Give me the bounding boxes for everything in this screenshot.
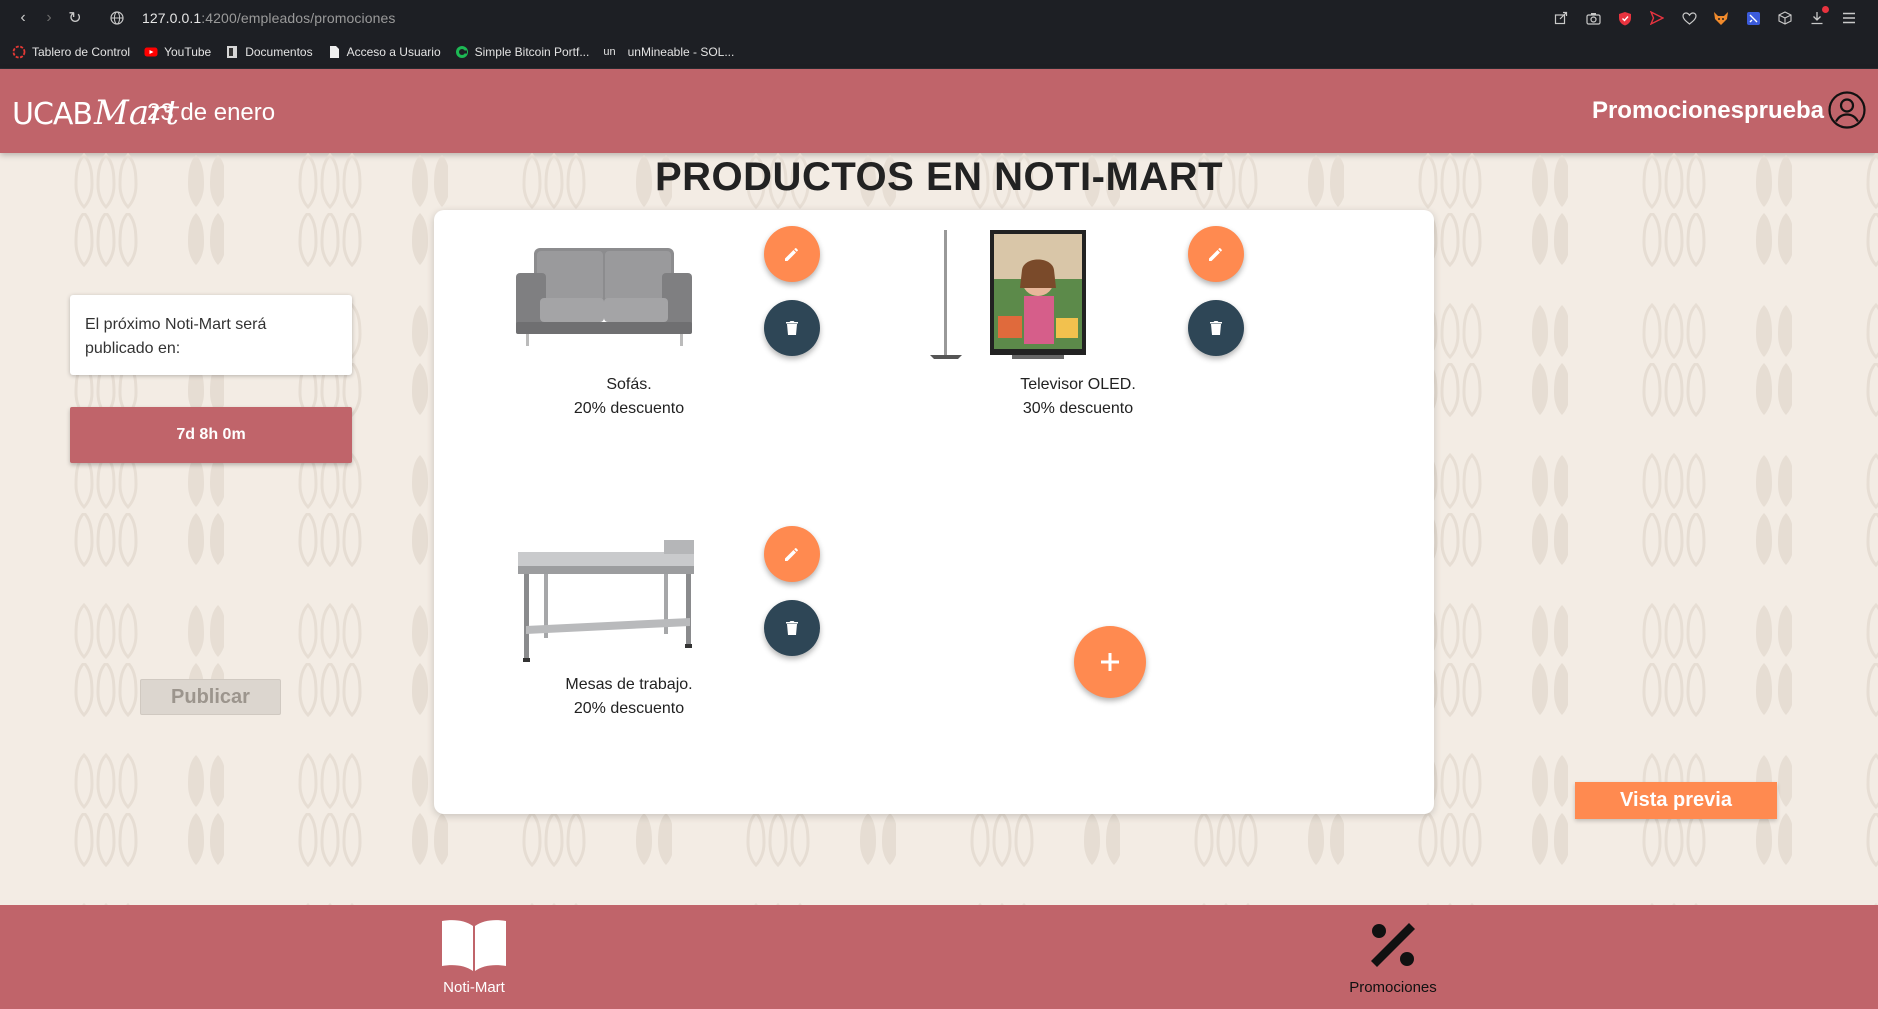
product-discount: 20% descuento [573,700,685,717]
url-path: :4200/empleados/promociones [201,10,396,26]
delete-button[interactable] [764,600,820,656]
forward-icon[interactable]: › [36,5,62,31]
edit-button[interactable] [764,226,820,282]
bookmark-bitcoin[interactable]: Simple Bitcoin Portf... [455,45,590,59]
app-header: UCAB Mart 23 de enero Promocionesprueba [0,69,1878,153]
nav-label: Noti-Mart [443,979,505,996]
product-card: Televisor OLED. 30% descuento [928,210,1328,450]
edit-button[interactable] [764,526,820,582]
user-name[interactable]: Promocionesprueba [1592,97,1824,125]
bitcoin-portfolio-icon [455,46,468,58]
bookmark-label: Simple Bitcoin Portf... [474,45,590,59]
bookmark-tablero[interactable]: Tablero de Control [12,45,130,59]
add-product-button[interactable] [1074,626,1146,698]
plus-icon [1101,653,1119,671]
pencil-icon [785,548,798,561]
download-icon[interactable] [1808,6,1829,27]
countdown-timer: 7d 8h 0m [70,407,352,463]
bookmark-youtube[interactable]: YouTube [144,45,211,59]
back-icon[interactable]: ‹ [10,5,36,31]
table-image [518,540,694,662]
page-title: PRODUCTOS EN NOTI-MART [654,155,1224,199]
document-icon [227,46,238,58]
bookmark-label: YouTube [164,45,212,59]
shield-icon[interactable] [1616,9,1634,27]
address-bar[interactable]: 127.0.0.1:4200/empleados/promociones [104,5,395,31]
product-discount: 30% descuento [1022,400,1134,417]
share-icon[interactable] [1552,9,1570,27]
unmineable-icon: un [603,46,616,58]
youtube-icon [144,47,158,57]
url-host: 127.0.0.1 [142,10,202,26]
pencil-icon [1209,248,1222,261]
preview-label: Vista previa [1620,789,1732,811]
browser-toolbar: ‹ › ↻ 127.0.0.1:4200/empleados/promocion… [0,0,1878,36]
menu-icon[interactable] [1840,9,1858,27]
publish-button[interactable]: Publicar [140,679,281,715]
pencil-icon [785,248,798,261]
delete-button[interactable] [764,300,820,356]
trash-icon [1210,321,1222,335]
trash-icon [786,321,798,335]
trash-icon [786,621,798,635]
sofa-image [516,248,692,346]
header-date: 23 de enero [147,99,276,126]
nav-label: Promociones [1349,979,1437,996]
file-icon [329,46,339,58]
countdown-value: 7d 8h 0m [176,426,246,443]
product-card: Mesas de trabajo. 20% descuento [434,510,834,750]
bookmark-documentos[interactable]: Documentos [225,45,313,59]
nav-noti-mart[interactable]: Noti-Mart [394,917,554,996]
delete-button[interactable] [1188,300,1244,356]
book-icon [442,920,506,971]
preview-button[interactable]: Vista previa [1575,782,1777,819]
account-circle-icon[interactable] [1828,91,1866,129]
product-name: Sofás. [606,376,652,393]
bookmarks-bar: Tablero de Control YouTube Documentos Ac… [0,36,1878,69]
products-card: Sofás. 20% descuento Televisor OLED. 30%… [434,210,1434,814]
bookmark-label: Tablero de Control [32,45,131,59]
send-icon[interactable] [1648,9,1666,27]
heart-icon[interactable] [1680,9,1698,27]
tv-image [930,230,1086,359]
bookmark-label: unMineable - SOL... [627,45,735,59]
dashboard-icon [12,45,26,59]
extension-icon[interactable] [1744,9,1762,27]
camera-icon[interactable] [1584,9,1602,27]
next-publication-card: El próximo Noti-Mart será publicado en: [70,295,352,375]
edit-button[interactable] [1188,226,1244,282]
product-name: Mesas de trabajo. [565,676,693,693]
product-card: Sofás. 20% descuento [434,210,834,450]
publish-label: Publicar [171,685,250,708]
bookmark-acceso[interactable]: Acceso a Usuario [327,45,441,59]
bookmark-label: Acceso a Usuario [346,45,441,59]
percent-icon [1371,923,1415,967]
bottom-navigation: Noti-Mart Promociones [0,905,1878,1009]
bookmark-unmineable[interactable]: un unMineable - SOL... [603,45,734,59]
logo-ucab-text: UCAB [12,97,93,132]
nav-promociones[interactable]: Promociones [1313,917,1473,996]
globe-icon [104,5,130,31]
bookmark-label: Documentos [245,45,313,59]
reload-icon[interactable]: ↻ [62,5,88,31]
product-discount: 20% descuento [573,400,685,417]
next-publication-text: El próximo Noti-Mart será publicado en: [85,316,267,357]
url-text: 127.0.0.1:4200/empleados/promociones [142,10,395,26]
cube-icon[interactable] [1776,9,1794,27]
fox-extension-icon[interactable] [1712,9,1730,27]
product-name: Televisor OLED. [1020,376,1136,393]
